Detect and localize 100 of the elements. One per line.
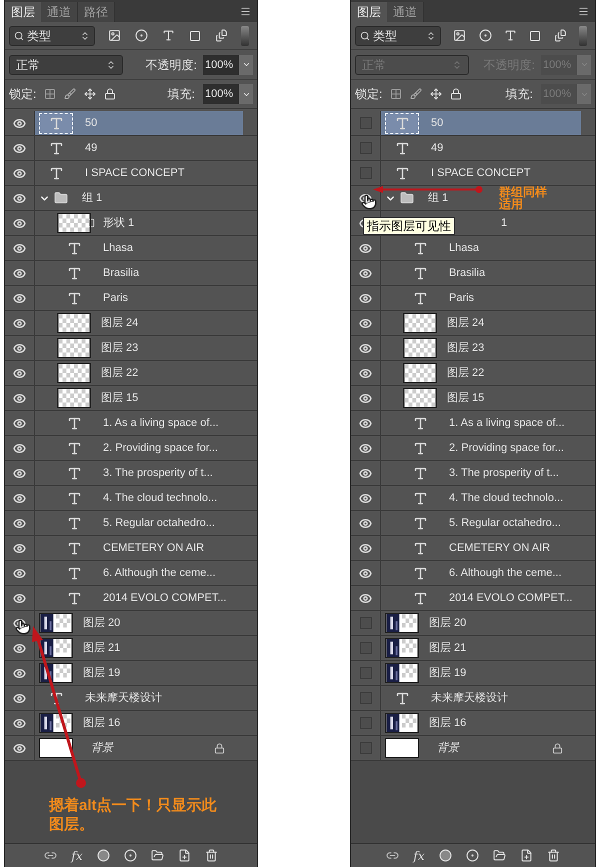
- add-mask-icon[interactable]: [96, 849, 110, 862]
- text-layer-icon: [66, 240, 82, 256]
- new-group-icon[interactable]: [150, 849, 164, 862]
- layer-row[interactable]: Brasilia: [5, 261, 257, 286]
- layer-name: 未来摩天楼设计: [431, 690, 508, 706]
- layer-name: 4. The cloud technolo...: [449, 490, 564, 506]
- text-layer-icon: [412, 240, 428, 256]
- layer-row[interactable]: 4. The cloud technolo...: [5, 486, 257, 511]
- layer-thumbnail: [57, 313, 91, 333]
- image-filter-icon[interactable]: [453, 29, 466, 42]
- layer-row[interactable]: 5. Regular octahedro...: [5, 511, 257, 536]
- lock-all-icon[interactable]: [450, 88, 462, 100]
- text-layer-icon: [394, 140, 410, 156]
- layer-name: I SPACE CONCEPT: [85, 166, 184, 181]
- opacity-slider-button[interactable]: [239, 54, 253, 74]
- lock-transparency-icon[interactable]: [44, 88, 56, 100]
- lock-all-icon[interactable]: [104, 88, 116, 100]
- layer-name: 4. The cloud technolo...: [103, 490, 218, 506]
- layer-row[interactable]: 图层 15: [5, 386, 257, 411]
- new-layer-icon[interactable]: [178, 849, 191, 862]
- visibility-eye-icon[interactable]: [13, 616, 26, 630]
- layer-row[interactable]: 50: [5, 111, 257, 136]
- layer-thumbnail: [385, 738, 419, 758]
- layer-name: 50: [85, 116, 98, 131]
- layer-name: 图层 23: [447, 340, 484, 356]
- blend-mode-dropdown[interactable]: 正常: [9, 54, 123, 74]
- panel-menu-icon[interactable]: [240, 6, 251, 17]
- layer-style-button[interactable]: fx: [71, 846, 83, 864]
- text-filter-icon[interactable]: [504, 29, 517, 42]
- text-layer-icon: [48, 690, 64, 706]
- filter-dropdown[interactable]: 类型: [9, 26, 95, 46]
- fill-slider-button[interactable]: [577, 84, 591, 104]
- image-filter-icon[interactable]: [108, 29, 121, 42]
- opacity-slider-button[interactable]: [577, 54, 591, 74]
- layer-row[interactable]: 背景: [5, 736, 257, 761]
- adjustment-filter-icon[interactable]: [478, 29, 492, 42]
- panel-menu-icon[interactable]: [578, 6, 589, 17]
- layer-thumbnail: [39, 738, 73, 758]
- add-mask-icon[interactable]: [438, 849, 452, 862]
- layer-name: 2. Providing space for...: [103, 440, 218, 456]
- layer-row[interactable]: 2. Providing space for...: [5, 436, 257, 461]
- text-layer-icon: [412, 490, 428, 506]
- delete-layer-icon[interactable]: [546, 849, 560, 862]
- panel-tab[interactable]: 通道: [41, 2, 78, 22]
- layer-thumbnail: [57, 363, 91, 383]
- lock-paint-icon[interactable]: [410, 88, 422, 100]
- layer-row[interactable]: 形状 1: [5, 211, 257, 236]
- layer-row[interactable]: 49: [5, 136, 257, 161]
- search-icon: [360, 30, 370, 40]
- panel-tab[interactable]: 图层: [5, 2, 41, 22]
- new-group-icon[interactable]: [492, 849, 506, 862]
- fill-slider-button[interactable]: [239, 84, 253, 104]
- filter-toggle[interactable]: [579, 26, 587, 46]
- layer-row[interactable]: 3. The prosperity of t...: [5, 461, 257, 486]
- text-layer-icon: [412, 566, 428, 580]
- layer-row[interactable]: 图层 20: [5, 611, 257, 636]
- layer-row[interactable]: 组 1: [5, 186, 257, 211]
- dropdown-caret-icon: [80, 30, 90, 40]
- layer-row[interactable]: 图层 19: [5, 661, 257, 686]
- adjustment-filter-icon[interactable]: [135, 29, 148, 42]
- layer-row[interactable]: 1. As a living space of...: [5, 411, 257, 436]
- layer-row[interactable]: 图层 23: [5, 336, 257, 361]
- delete-layer-icon[interactable]: [204, 849, 218, 862]
- text-layer-icon: [66, 440, 82, 456]
- filter-toggle[interactable]: [241, 26, 249, 46]
- layer-row[interactable]: 图层 22: [5, 361, 257, 386]
- layer-name: 3. The prosperity of t...: [103, 466, 213, 481]
- lock-transparency-icon[interactable]: [390, 88, 402, 100]
- dropdown-caret-icon: [452, 60, 462, 70]
- layer-name: 未来摩天楼设计: [85, 690, 162, 706]
- smart-object-filter-icon[interactable]: [215, 29, 228, 42]
- lock-paint-icon[interactable]: [64, 88, 76, 100]
- new-layer-icon[interactable]: [520, 849, 533, 862]
- layer-row[interactable]: 2014 EVOLO COMPET...: [5, 586, 257, 611]
- fill-field[interactable]: 100%: [203, 84, 239, 104]
- layer-row[interactable]: I SPACE CONCEPT: [5, 161, 257, 186]
- layer-name: CEMETERY ON AIR: [103, 540, 204, 556]
- layer-row[interactable]: 图层 24: [5, 311, 257, 336]
- layer-name: 49: [431, 140, 444, 156]
- shape-filter-icon[interactable]: [189, 30, 201, 42]
- layer-row[interactable]: 图层 21: [5, 636, 257, 661]
- text-filter-icon[interactable]: [162, 29, 175, 42]
- layer-row[interactable]: Paris: [5, 286, 257, 311]
- layer-row[interactable]: 图层 16: [5, 711, 257, 736]
- smart-object-filter-icon[interactable]: [554, 29, 567, 42]
- layer-name: 图层 22: [447, 366, 484, 381]
- opacity-field[interactable]: 100%: [203, 54, 239, 74]
- text-layer-icon: [412, 290, 428, 306]
- layer-name: 49: [85, 140, 98, 156]
- layer-row[interactable]: CEMETERY ON AIR: [5, 536, 257, 561]
- layer-row[interactable]: 6. Although the ceme...: [5, 561, 257, 586]
- layer-row[interactable]: 未来摩天楼设计: [5, 686, 257, 711]
- lock-position-icon[interactable]: [430, 88, 442, 100]
- adjustment-layer-icon[interactable]: [124, 849, 137, 862]
- panel-tab[interactable]: 路径: [78, 2, 115, 22]
- lock-position-icon[interactable]: [84, 88, 96, 100]
- adjustment-layer-icon[interactable]: [466, 849, 479, 862]
- layer-name: 图层 23: [101, 340, 138, 356]
- shape-filter-icon[interactable]: [529, 30, 542, 42]
- layer-row[interactable]: Lhasa: [5, 236, 257, 261]
